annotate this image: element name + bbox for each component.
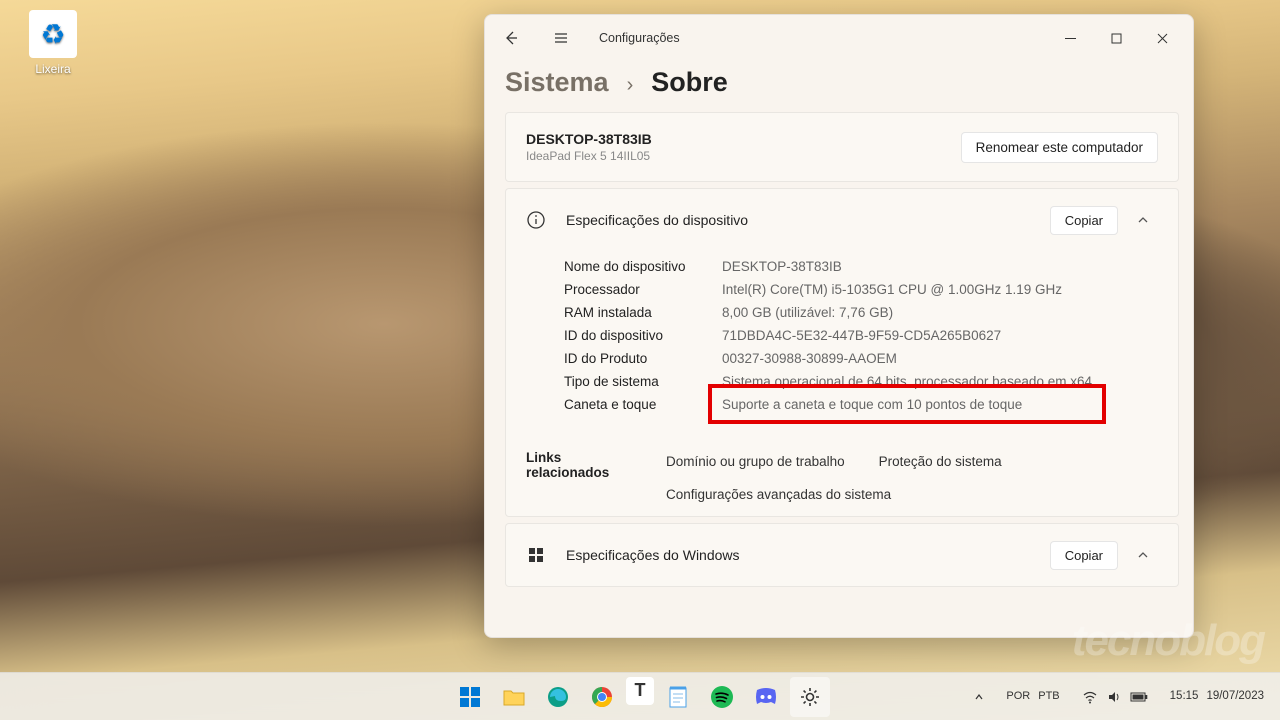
recycle-bin-icon[interactable]: ♻ Lixeira — [18, 10, 88, 76]
titlebar: Configurações — [485, 15, 1193, 61]
start-button[interactable] — [450, 677, 490, 717]
spec-row: ProcessadorIntel(R) Core(TM) i5-1035G1 C… — [564, 278, 1158, 301]
windows-specs-card: Especificações do Windows Copiar — [505, 523, 1179, 587]
window-title: Configurações — [599, 31, 680, 45]
edge-icon[interactable] — [538, 677, 578, 717]
hamburger-button[interactable] — [543, 20, 579, 56]
windows-specs-title: Especificações do Windows — [566, 547, 740, 563]
spec-row: Tipo de sistemaSistema operacional de 64… — [564, 370, 1158, 393]
battery-icon — [1130, 691, 1148, 703]
breadcrumb-current: Sobre — [651, 67, 728, 98]
recycle-icon: ♻ — [40, 18, 65, 51]
device-specs-title: Especificações do dispositivo — [566, 212, 748, 228]
volume-icon — [1106, 689, 1122, 705]
language-indicator[interactable]: PORPTB — [1000, 686, 1065, 707]
device-header-card: DESKTOP-38T83IB IdeaPad Flex 5 14IIL05 R… — [505, 112, 1179, 182]
tray-icons[interactable] — [1076, 685, 1154, 709]
windows-icon — [526, 545, 546, 565]
rename-pc-button[interactable]: Renomear este computador — [961, 132, 1158, 163]
notepad-icon[interactable] — [658, 677, 698, 717]
back-button[interactable] — [493, 20, 529, 56]
content-area: DESKTOP-38T83IB IdeaPad Flex 5 14IIL05 R… — [485, 112, 1193, 637]
link-advanced-system[interactable]: Configurações avançadas do sistema — [666, 483, 891, 506]
related-links-label: Links relacionados — [526, 450, 646, 480]
device-specs-table: Nome do dispositivoDESKTOP-38T83IB Proce… — [506, 251, 1178, 436]
file-explorer-icon[interactable] — [494, 677, 534, 717]
collapse-device-specs-button[interactable] — [1128, 205, 1158, 235]
spec-row: ID do Produto00327-30988-30899-AAOEM — [564, 347, 1158, 370]
device-specs-card: Especificações do dispositivo Copiar Nom… — [505, 188, 1179, 517]
device-model: IdeaPad Flex 5 14IIL05 — [526, 149, 652, 163]
related-links-row: Links relacionados Domínio ou grupo de t… — [506, 436, 1178, 516]
link-domain-workgroup[interactable]: Domínio ou grupo de trabalho — [666, 450, 845, 473]
recycle-bin-label: Lixeira — [18, 62, 88, 76]
clock[interactable]: 15:1519/07/2023 — [1164, 685, 1270, 708]
device-name: DESKTOP-38T83IB — [526, 131, 652, 147]
minimize-button[interactable] — [1047, 21, 1093, 55]
spec-row: ID do dispositivo71DBDA4C-5E32-447B-9F59… — [564, 324, 1158, 347]
spec-row: Caneta e toqueSuporte a caneta e toque c… — [564, 393, 1158, 416]
spotify-icon[interactable] — [702, 677, 742, 717]
app-t-icon[interactable]: T — [626, 677, 654, 705]
wifi-icon — [1082, 689, 1098, 705]
copy-windows-specs-button[interactable]: Copiar — [1050, 541, 1118, 570]
maximize-button[interactable] — [1093, 21, 1139, 55]
taskbar: T PORPTB 15:1519/07/2023 — [0, 672, 1280, 720]
spec-row: Nome do dispositivoDESKTOP-38T83IB — [564, 255, 1158, 278]
chevron-right-icon: › — [627, 74, 634, 97]
collapse-windows-specs-button[interactable] — [1128, 540, 1158, 570]
discord-icon[interactable] — [746, 677, 786, 717]
breadcrumb-parent[interactable]: Sistema — [505, 67, 609, 98]
chrome-icon[interactable] — [582, 677, 622, 717]
tray-overflow-button[interactable] — [968, 688, 990, 706]
settings-window: Configurações Sistema › Sobre DESKTOP-38… — [484, 14, 1194, 638]
close-button[interactable] — [1139, 21, 1185, 55]
info-icon — [526, 210, 546, 230]
copy-device-specs-button[interactable]: Copiar — [1050, 206, 1118, 235]
settings-app-icon[interactable] — [790, 677, 830, 717]
breadcrumb: Sistema › Sobre — [485, 61, 1193, 112]
spec-row: RAM instalada8,00 GB (utilizável: 7,76 G… — [564, 301, 1158, 324]
link-system-protection[interactable]: Proteção do sistema — [879, 450, 1002, 473]
